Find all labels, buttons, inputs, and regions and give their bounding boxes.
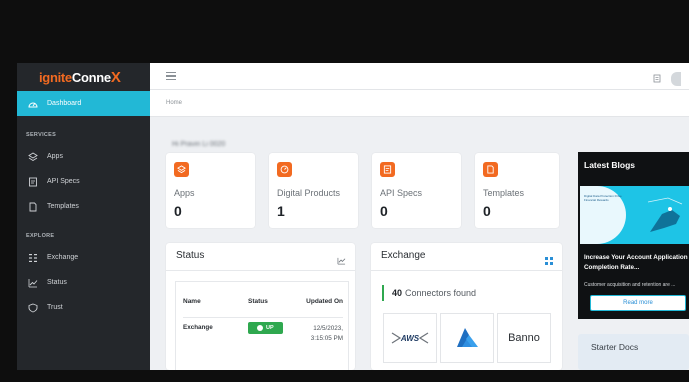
sidebar-item-templates[interactable]: Templates [17, 194, 150, 219]
api-icon [380, 162, 395, 177]
sidebar-item-dashboard[interactable]: Dashboard [17, 91, 150, 116]
top-bar [150, 63, 689, 90]
stat-card-api-specs[interactable]: API Specs 0 [372, 153, 461, 228]
layers-icon [27, 151, 39, 163]
avatar[interactable] [671, 72, 681, 86]
svg-text:AWS: AWS [400, 334, 420, 343]
aws-logo-icon: AWS [391, 332, 429, 344]
stat-label: Digital Products [277, 188, 341, 198]
panel-title: Exchange [381, 250, 426, 261]
azure-logo-icon [457, 328, 478, 347]
starter-docs-title: Starter Docs [591, 342, 639, 352]
starter-docs-card[interactable]: Starter Docs [578, 334, 689, 370]
grid-view-icon[interactable] [545, 252, 553, 270]
banno-logo: Banno [508, 332, 540, 344]
latest-blogs-panel: Latest Blogs Digital Data Protection Dri… [578, 152, 689, 319]
connectors-label: Connectors found [405, 288, 477, 298]
sidebar-item-label: Status [47, 279, 67, 286]
breadcrumb-home[interactable]: Home [166, 100, 182, 106]
grid-icon [27, 252, 39, 264]
chart-icon [27, 277, 39, 289]
chart-icon[interactable] [337, 252, 346, 270]
brand-logo-part1: ignite [39, 69, 72, 85]
sidebar-item-label: Apps [47, 153, 63, 160]
connectors-count: 40 [392, 288, 403, 298]
greeting-text: Hi Pravin Li 0020 [172, 141, 226, 148]
menu-icon[interactable] [166, 70, 176, 82]
stat-card-templates[interactable]: Templates 0 [475, 153, 559, 228]
sidebar-item-status[interactable]: Status [17, 270, 150, 295]
check-circle-icon [257, 324, 263, 331]
section-label-services: SERVICES [26, 132, 57, 138]
stat-label: API Specs [380, 188, 423, 198]
stat-label: Templates [483, 188, 525, 198]
col-header-status: Status [248, 298, 268, 306]
stat-label: Apps [174, 188, 195, 198]
status-badge: UP [248, 321, 283, 334]
brand-logo-part2: Conne [71, 69, 111, 85]
col-header-name: Name [183, 298, 201, 306]
hand-touch-icon [647, 197, 683, 232]
table-row: Exchange UP 12/5/2023, 3:15:05 PM [183, 317, 343, 344]
document-icon [27, 201, 39, 213]
panel-title: Latest Blogs [584, 160, 636, 170]
dashboard-icon [27, 98, 39, 110]
exchange-panel: Exchange 40 Connectors found AWS Banno [371, 243, 562, 370]
connector-tile-aws[interactable]: AWS [383, 313, 437, 363]
connector-tile-banno[interactable]: Banno [497, 313, 551, 363]
connector-tile-azure[interactable] [440, 313, 494, 363]
shield-icon [27, 302, 39, 314]
screen: ignite Conne X Dashboard SERVICES Apps API… [0, 0, 689, 382]
col-header-updated: Updated On [306, 298, 343, 306]
api-icon [27, 176, 39, 188]
blog-post-desc: Customer acquisition and retention are .… [584, 282, 676, 288]
stat-card-digital-products[interactable]: Digital Products 1 [269, 153, 358, 228]
cell-status: UP [248, 317, 300, 344]
sidebar-item-exchange[interactable]: Exchange [17, 245, 150, 270]
read-more-button[interactable]: Read more [590, 295, 686, 311]
sidebar-item-apps[interactable]: Apps [17, 144, 150, 169]
document-icon [483, 162, 498, 177]
stat-value: 1 [277, 203, 285, 219]
brand-logo-part3: X [110, 68, 121, 86]
panel-title: Status [176, 250, 205, 261]
stat-value: 0 [380, 203, 388, 219]
sidebar: ignite Conne X Dashboard SERVICES Apps API… [17, 63, 150, 370]
sidebar-item-api-specs[interactable]: API Specs [17, 169, 150, 194]
breadcrumb: Home [150, 90, 689, 117]
stat-card-apps[interactable]: Apps 0 [166, 153, 255, 228]
sidebar-item-label: Templates [47, 203, 79, 210]
blog-thumbnail[interactable]: Digital Data Protection Drive Financial … [580, 186, 689, 244]
brand-logo[interactable]: ignite Conne X [17, 63, 150, 91]
cell-updated: 12/5/2023, 3:15:05 PM [310, 324, 343, 342]
status-panel: Status Name Status Updated On Exchange U… [166, 243, 355, 370]
notes-icon[interactable] [653, 70, 661, 88]
layers-icon [174, 162, 189, 177]
connectors-found: 40 Connectors found [382, 285, 476, 301]
sidebar-item-label: Exchange [47, 254, 79, 261]
app-window: ignite Conne X Dashboard SERVICES Apps API… [17, 63, 689, 370]
blog-post-title[interactable]: Increase Your Account Application Comple… [584, 253, 688, 275]
sidebar-item-label: Dashboard [47, 100, 82, 107]
status-table-wrap: Name Status Updated On Exchange UP 12/5/… [175, 281, 349, 370]
stat-value: 0 [483, 203, 491, 219]
status-table: Name Status Updated On Exchange UP 12/5/… [183, 287, 343, 344]
sidebar-item-label: Trust [47, 304, 63, 311]
sidebar-item-trust[interactable]: Trust [17, 295, 150, 320]
cell-name: Exchange [183, 323, 213, 331]
blog-thumbnail-text: Digital Data Protection Drive Financial … [584, 194, 622, 202]
section-label-explore: EXPLORE [26, 233, 55, 239]
status-badge-label: UP [266, 324, 274, 331]
gauge-icon [277, 162, 292, 177]
stat-value: 0 [174, 203, 182, 219]
sidebar-item-label: API Specs [47, 178, 80, 185]
